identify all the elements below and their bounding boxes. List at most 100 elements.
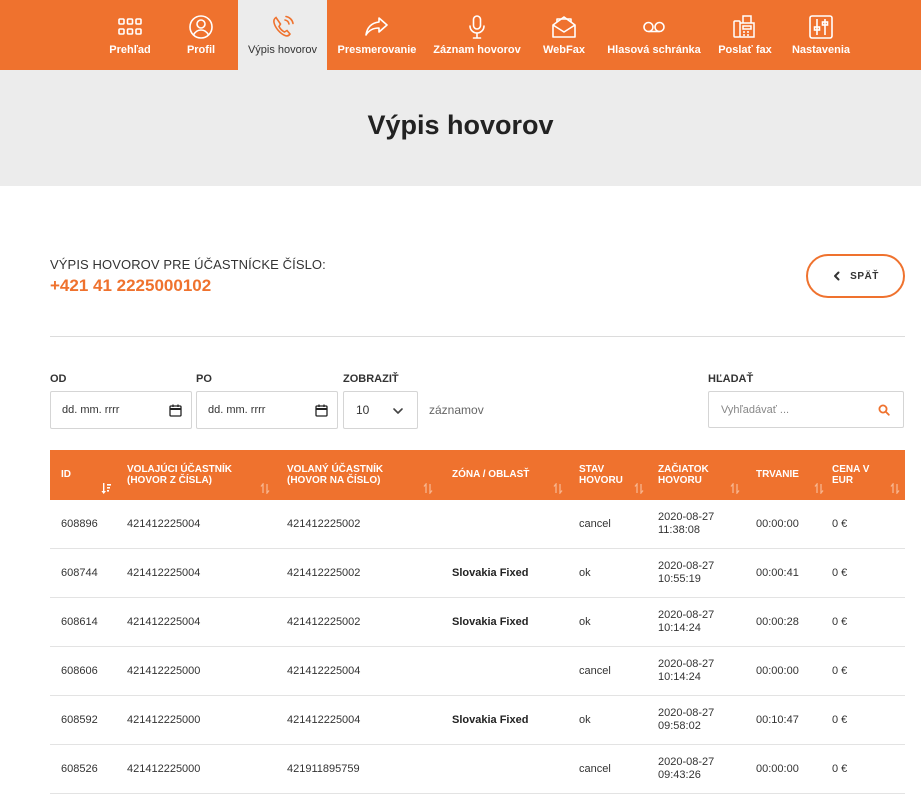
column-header-id[interactable]: ID	[61, 450, 116, 500]
cell-duration: 00:00:00	[756, 517, 799, 530]
nav-item-presmerovanie[interactable]: Presmerovanie	[337, 0, 417, 70]
cell-caller: 421412225004	[127, 615, 201, 628]
show-label: ZOBRAZIŤ	[343, 373, 399, 385]
nav-label: Hlasová schránka	[607, 44, 701, 56]
subscriber-label: VÝPIS HOVOROV PRE ÚČASTNÍCKE ČÍSLO:	[50, 257, 326, 272]
column-header-zone[interactable]: ZÓNA / OBLASŤ	[452, 450, 565, 500]
table-row: 608744 421412225004 421412225002 Slovaki…	[50, 549, 905, 598]
cell-callee: 421412225002	[287, 566, 361, 579]
nav-label: WebFax	[543, 44, 585, 56]
cell-duration: 00:00:00	[756, 664, 799, 677]
column-header-status[interactable]: STAV HOVORU	[579, 450, 646, 500]
column-header-label: VOLAJÚCI ÚČASTNÍK (HOVOR Z ČÍSLA)	[127, 464, 233, 486]
cell-status: cancel	[579, 762, 611, 775]
divider	[50, 336, 905, 337]
search-icon[interactable]	[878, 404, 890, 416]
calendar-icon[interactable]	[315, 404, 328, 417]
cell-duration: 00:00:00	[756, 762, 799, 775]
table-row: 608592 421412225000 421412225004 Slovaki…	[50, 696, 905, 745]
calendar-icon[interactable]	[169, 404, 182, 417]
cell-price: 0 €	[832, 517, 848, 530]
cell-price: 0 €	[832, 762, 848, 775]
back-button-label: SPÄŤ	[850, 270, 879, 282]
search-field[interactable]	[708, 391, 904, 428]
cell-price: 0 €	[832, 664, 848, 677]
sort-icon	[730, 483, 740, 494]
nav-label: Presmerovanie	[337, 44, 417, 56]
nav-item-hlasova-schranka[interactable]: Hlasová schránka	[606, 0, 702, 70]
sort-icon	[890, 483, 900, 494]
column-header-start[interactable]: ZAČIATOK HOVORU	[658, 450, 742, 500]
cell-status: ok	[579, 713, 591, 726]
table-row: 608606 421412225000 421412225004 cancel …	[50, 647, 905, 696]
nav-label: Výpis hovorov	[247, 44, 318, 56]
forward-arrow-icon	[364, 14, 390, 40]
cell-caller: 421412225000	[127, 664, 201, 677]
fax-icon	[732, 14, 758, 40]
cell-id: 608614	[61, 615, 98, 628]
search-label: HĽADAŤ	[708, 373, 754, 385]
microphone-icon	[464, 14, 490, 40]
cell-start: 2020-08-27 09:58:02	[658, 707, 715, 732]
from-date-input[interactable]: dd. mm. rrrr	[50, 391, 192, 429]
nav-label: Poslať fax	[718, 44, 772, 56]
cell-callee: 421412225002	[287, 517, 361, 530]
cell-id: 608526	[61, 762, 98, 775]
to-label: PO	[196, 373, 212, 385]
cell-callee: 421412225004	[287, 713, 361, 726]
nav-label: Nastavenia	[791, 44, 851, 56]
cell-id: 608606	[61, 664, 98, 677]
nav-item-profil[interactable]: Profil	[172, 0, 230, 70]
sort-icon	[634, 483, 644, 494]
cell-callee: 421412225004	[287, 664, 361, 677]
cell-start: 2020-08-27 10:55:19	[658, 560, 715, 585]
nav-item-prehlad[interactable]: Prehľad	[98, 0, 162, 70]
to-date-input[interactable]: dd. mm. rrrr	[196, 391, 338, 429]
search-input[interactable]	[721, 403, 871, 416]
grid-icon	[117, 14, 143, 40]
column-header-label: ID	[61, 469, 71, 480]
nav-label: Záznam hovorov	[433, 44, 521, 56]
cell-zone: Slovakia Fixed	[452, 713, 529, 726]
nav-label: Prehľad	[109, 44, 151, 56]
records-text: záznamov	[429, 403, 484, 417]
cell-caller: 421412225000	[127, 762, 201, 775]
cell-duration: 00:00:28	[756, 615, 799, 628]
top-navigation: Prehľad Profil Výpis hovorov Presmerovan…	[0, 0, 921, 70]
nav-item-poslat-fax[interactable]: Poslať fax	[714, 0, 776, 70]
nav-item-vypis-hovorov[interactable]: Výpis hovorov	[238, 0, 327, 70]
cell-caller: 421412225004	[127, 566, 201, 579]
nav-item-nastavenia[interactable]: Nastavenia	[788, 0, 854, 70]
column-header-label: ZÓNA / OBLASŤ	[452, 469, 530, 480]
nav-item-webfax[interactable]: WebFax	[538, 0, 590, 70]
records-per-page-select[interactable]: 10	[343, 391, 418, 429]
sort-icon	[260, 483, 270, 494]
cell-price: 0 €	[832, 566, 848, 579]
column-header-caller[interactable]: VOLAJÚCI ÚČASTNÍK (HOVOR Z ČÍSLA)	[127, 450, 272, 500]
calls-table: ID VOLAJÚCI ÚČASTNÍK (HOVOR Z ČÍSLA) VOLA…	[50, 450, 905, 794]
table-row: 608614 421412225004 421412225002 Slovaki…	[50, 598, 905, 647]
cell-start: 2020-08-27 09:43:26	[658, 756, 715, 781]
page-header: Výpis hovorov	[0, 70, 921, 186]
cell-start: 2020-08-27 11:38:08	[658, 511, 715, 536]
cell-id: 608896	[61, 517, 98, 530]
table-row: 608526 421412225000 421911895759 cancel …	[50, 745, 905, 794]
column-header-duration[interactable]: TRVANIE	[756, 450, 826, 500]
to-date-placeholder: dd. mm. rrrr	[208, 404, 266, 416]
column-header-price[interactable]: CENA V EUR	[832, 450, 902, 500]
sliders-icon	[808, 14, 834, 40]
back-button[interactable]: SPÄŤ	[806, 254, 905, 298]
user-icon	[188, 14, 214, 40]
cell-status: cancel	[579, 664, 611, 677]
subscriber-number: +421 41 2225000102	[50, 276, 212, 295]
nav-label: Profil	[186, 44, 216, 56]
table-row: 608896 421412225004 421412225002 cancel …	[50, 500, 905, 549]
nav-item-zaznam-hovorov[interactable]: Záznam hovorov	[433, 0, 521, 70]
cell-status: cancel	[579, 517, 611, 530]
cell-duration: 00:00:41	[756, 566, 799, 579]
cell-zone: Slovakia Fixed	[452, 566, 529, 579]
cell-price: 0 €	[832, 615, 848, 628]
cell-zone: Slovakia Fixed	[452, 615, 529, 628]
cell-price: 0 €	[832, 713, 848, 726]
column-header-callee[interactable]: VOLANÝ ÚČASTNÍK (HOVOR NA ČÍSLO)	[287, 450, 435, 500]
